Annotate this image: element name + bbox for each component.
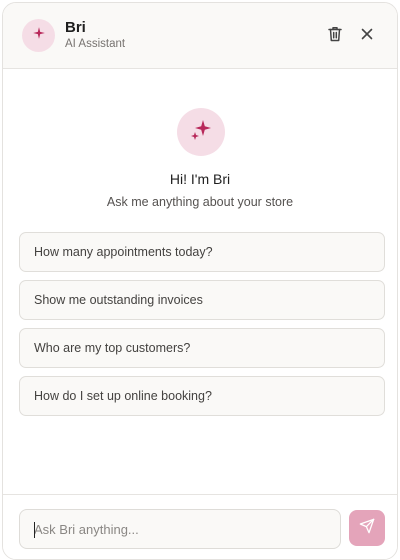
send-button[interactable] <box>349 510 385 546</box>
assistant-avatar <box>22 19 55 52</box>
trash-icon <box>328 26 342 47</box>
suggestion-button[interactable]: How do I set up online booking? <box>19 376 385 416</box>
assistant-role: AI Assistant <box>65 38 126 50</box>
message-input[interactable] <box>19 509 341 549</box>
welcome-avatar <box>177 108 225 156</box>
clear-chat-button[interactable] <box>326 26 344 47</box>
assistant-name: Bri <box>65 19 86 36</box>
text-caret <box>34 522 35 538</box>
welcome-greeting: Hi! I'm Bri <box>169 171 231 187</box>
welcome-tagline: Ask me anything about your store <box>106 195 294 209</box>
send-icon <box>359 518 375 539</box>
chat-header: Bri AI Assistant <box>3 3 397 69</box>
suggestion-button[interactable]: Show me outstanding invoices <box>19 280 385 320</box>
chat-panel: Bri AI Assistant Hi! I'm Bri Ask me anyt… <box>2 2 398 560</box>
composer <box>3 494 397 559</box>
close-button[interactable] <box>358 27 376 45</box>
suggestion-button[interactable]: Who are my top customers? <box>19 328 385 368</box>
sparkle-icon <box>32 26 46 45</box>
sparkles-icon <box>188 117 214 148</box>
close-icon <box>361 27 373 45</box>
suggestion-list: How many appointments today? Show me out… <box>19 232 385 424</box>
suggestion-button[interactable]: How many appointments today? <box>19 232 385 272</box>
